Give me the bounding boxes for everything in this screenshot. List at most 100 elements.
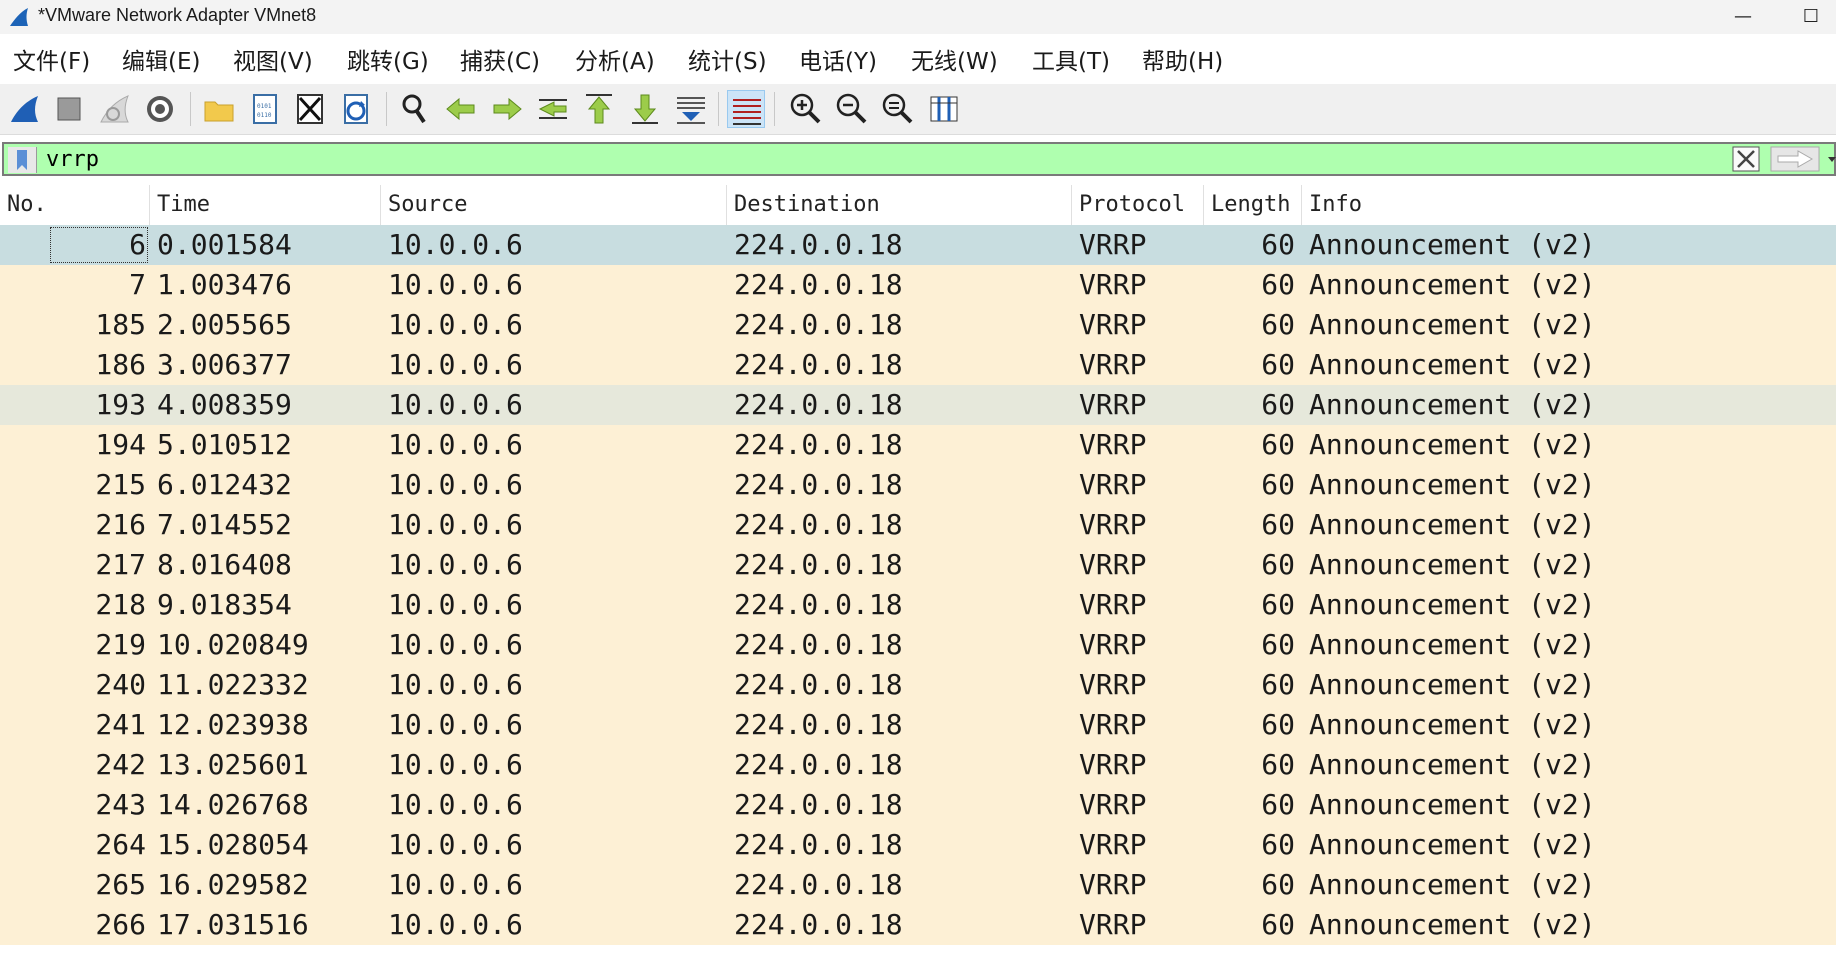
cell-protocol: VRRP <box>1079 388 1147 421</box>
toolbar-separator <box>190 92 191 126</box>
packet-row[interactable]: 241 12.023938 10.0.0.6 224.0.0.18 VRRP 6… <box>0 705 1836 745</box>
zoom-out-icon[interactable] <box>833 90 871 128</box>
column-header-no[interactable]: No. <box>0 185 150 225</box>
column-header-protocol[interactable]: Protocol <box>1072 185 1204 225</box>
cell-length: 60 <box>1261 308 1295 341</box>
cell-length: 60 <box>1261 708 1295 741</box>
stop-capture-icon[interactable] <box>50 90 88 128</box>
column-header-info[interactable]: Info <box>1302 185 1836 225</box>
packet-row[interactable]: 194 5.010512 10.0.0.6 224.0.0.18 VRRP 60… <box>0 425 1836 465</box>
cell-source: 10.0.0.6 <box>388 388 523 421</box>
colorize-icon[interactable] <box>727 90 765 128</box>
packet-row[interactable]: 219 10.020849 10.0.0.6 224.0.0.18 VRRP 6… <box>0 625 1836 665</box>
cell-protocol: VRRP <box>1079 308 1147 341</box>
cell-no: 217 <box>95 548 146 581</box>
packet-row[interactable]: 6 0.001584 10.0.0.6 224.0.0.18 VRRP 60 A… <box>0 225 1836 265</box>
display-filter-input[interactable] <box>46 144 1726 174</box>
cell-info: Announcement (v2) <box>1309 588 1596 621</box>
cell-time: 9.018354 <box>157 588 292 621</box>
packet-row[interactable]: 240 11.022332 10.0.0.6 224.0.0.18 VRRP 6… <box>0 665 1836 705</box>
column-header-time[interactable]: Time <box>150 185 381 225</box>
cell-destination: 224.0.0.18 <box>734 308 903 341</box>
apply-filter-icon[interactable] <box>1770 146 1820 172</box>
cell-source: 10.0.0.6 <box>388 788 523 821</box>
menu-wireless[interactable]: 无线(W) <box>911 42 998 76</box>
menu-statistics[interactable]: 统计(S) <box>688 42 767 76</box>
packet-row[interactable]: 265 16.029582 10.0.0.6 224.0.0.18 VRRP 6… <box>0 865 1836 905</box>
packet-row[interactable]: 7 1.003476 10.0.0.6 224.0.0.18 VRRP 60 A… <box>0 265 1836 305</box>
packet-row[interactable]: 243 14.026768 10.0.0.6 224.0.0.18 VRRP 6… <box>0 785 1836 825</box>
maximize-button[interactable]: ☐ <box>1788 0 1834 34</box>
packet-row[interactable]: 218 9.018354 10.0.0.6 224.0.0.18 VRRP 60… <box>0 585 1836 625</box>
cell-source: 10.0.0.6 <box>388 548 523 581</box>
cell-protocol: VRRP <box>1079 348 1147 381</box>
cell-time: 15.028054 <box>157 828 309 861</box>
cell-source: 10.0.0.6 <box>388 588 523 621</box>
cell-destination: 224.0.0.18 <box>734 708 903 741</box>
cell-time: 1.003476 <box>157 268 292 301</box>
cell-info: Announcement (v2) <box>1309 748 1596 781</box>
cell-time: 11.022332 <box>157 668 309 701</box>
packet-row[interactable]: 185 2.005565 10.0.0.6 224.0.0.18 VRRP 60… <box>0 305 1836 345</box>
cell-length: 60 <box>1261 588 1295 621</box>
cell-length: 60 <box>1261 468 1295 501</box>
first-packet-icon[interactable] <box>580 90 618 128</box>
packet-row[interactable]: 264 15.028054 10.0.0.6 224.0.0.18 VRRP 6… <box>0 825 1836 865</box>
packet-row[interactable]: 266 17.031516 10.0.0.6 224.0.0.18 VRRP 6… <box>0 905 1836 945</box>
packet-row[interactable]: 193 4.008359 10.0.0.6 224.0.0.18 VRRP 60… <box>0 385 1836 425</box>
minimize-button[interactable]: — <box>1720 0 1766 34</box>
cell-no: 185 <box>95 308 146 341</box>
autoscroll-icon[interactable] <box>672 90 710 128</box>
cell-source: 10.0.0.6 <box>388 628 523 661</box>
zoom-in-icon[interactable] <box>787 90 825 128</box>
cell-no: 7 <box>129 268 146 301</box>
packet-row[interactable]: 216 7.014552 10.0.0.6 224.0.0.18 VRRP 60… <box>0 505 1836 545</box>
cell-protocol: VRRP <box>1079 628 1147 661</box>
filter-bookmark-icon[interactable] <box>8 147 37 173</box>
restart-capture-icon[interactable] <box>96 90 134 128</box>
packet-row[interactable]: 186 3.006377 10.0.0.6 224.0.0.18 VRRP 60… <box>0 345 1836 385</box>
cell-no: 243 <box>95 788 146 821</box>
reload-file-icon[interactable] <box>337 90 375 128</box>
resize-columns-icon[interactable] <box>925 90 963 128</box>
cell-destination: 224.0.0.18 <box>734 348 903 381</box>
toolbar-separator <box>718 92 719 126</box>
find-packet-icon[interactable] <box>396 90 434 128</box>
menu-analyze[interactable]: 分析(A) <box>575 42 655 76</box>
go-to-packet-icon[interactable] <box>534 90 572 128</box>
cell-source: 10.0.0.6 <box>388 308 523 341</box>
menu-go[interactable]: 跳转(G) <box>347 42 429 76</box>
clear-filter-icon[interactable] <box>1732 146 1760 172</box>
start-capture-icon[interactable] <box>6 90 44 128</box>
cell-destination: 224.0.0.18 <box>734 268 903 301</box>
cell-destination: 224.0.0.18 <box>734 908 903 941</box>
column-header-source[interactable]: Source <box>381 185 727 225</box>
packet-row[interactable]: 242 13.025601 10.0.0.6 224.0.0.18 VRRP 6… <box>0 745 1836 785</box>
cell-protocol: VRRP <box>1079 548 1147 581</box>
menu-view[interactable]: 视图(V) <box>233 42 313 76</box>
go-forward-icon[interactable] <box>488 90 526 128</box>
last-packet-icon[interactable] <box>626 90 664 128</box>
cell-time: 6.012432 <box>157 468 292 501</box>
open-file-icon[interactable] <box>200 90 238 128</box>
menu-tools[interactable]: 工具(T) <box>1032 42 1110 76</box>
cell-no: 218 <box>95 588 146 621</box>
menu-help[interactable]: 帮助(H) <box>1142 42 1223 76</box>
save-file-icon[interactable]: 0101 0110 <box>246 90 284 128</box>
packet-list-header: No. Time Source Destination Protocol Len… <box>0 185 1836 225</box>
column-header-destination[interactable]: Destination <box>727 185 1072 225</box>
packet-row[interactable]: 217 8.016408 10.0.0.6 224.0.0.18 VRRP 60… <box>0 545 1836 585</box>
menu-capture[interactable]: 捕获(C) <box>460 42 540 76</box>
cell-protocol: VRRP <box>1079 668 1147 701</box>
close-file-icon[interactable] <box>291 90 329 128</box>
column-header-length[interactable]: Length <box>1204 185 1302 225</box>
zoom-normal-icon[interactable] <box>879 90 917 128</box>
go-back-icon[interactable] <box>442 90 480 128</box>
filter-history-dropdown-icon[interactable] <box>1826 146 1836 172</box>
menu-edit[interactable]: 编辑(E) <box>122 42 200 76</box>
cell-info: Announcement (v2) <box>1309 228 1596 261</box>
menu-telephony[interactable]: 电话(Y) <box>799 42 877 76</box>
packet-row[interactable]: 215 6.012432 10.0.0.6 224.0.0.18 VRRP 60… <box>0 465 1836 505</box>
capture-options-icon[interactable] <box>141 90 179 128</box>
menu-file[interactable]: 文件(F) <box>13 42 90 76</box>
